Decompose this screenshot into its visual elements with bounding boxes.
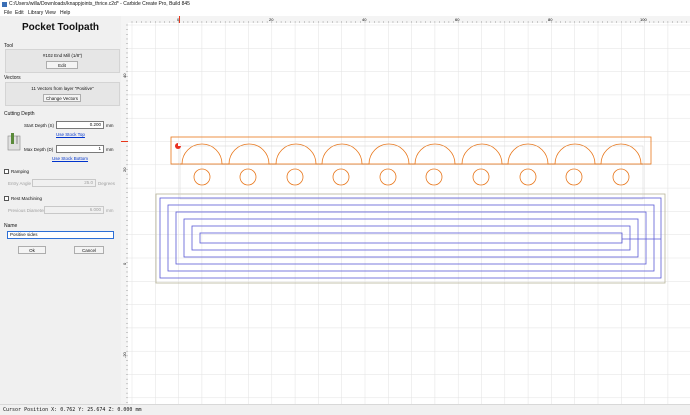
stock-outline xyxy=(155,193,666,284)
toolpath-panel: Pocket Toolpath Tool #102 End Mill (1/8"… xyxy=(0,16,121,404)
cursor-position: Cursor Position X: 0.762 Y: 25.674 Z: 0.… xyxy=(3,407,142,413)
left-ruler-label: -20 xyxy=(122,351,127,358)
cutting-depth-label: Cutting Depth xyxy=(4,111,35,117)
max-depth-unit: mm xyxy=(106,147,114,152)
canvas-drawing[interactable]: 0 20 40 60 80 100 40 20 0 -20 xyxy=(121,16,690,404)
entry-angle-input[interactable]: 25.0 xyxy=(32,179,96,187)
top-ruler-label: 20 xyxy=(269,17,274,22)
hole-circle[interactable] xyxy=(472,168,490,186)
entry-angle-unit: Degrees xyxy=(98,181,116,186)
vectors-section-label: Vectors xyxy=(4,75,21,81)
pocket-vector[interactable] xyxy=(175,211,647,265)
hole-circle[interactable] xyxy=(239,168,257,186)
change-vectors-button[interactable]: Change Vectors xyxy=(43,94,81,102)
top-ruler-label: 100 xyxy=(640,17,647,22)
tool-name: #102 End Mill (1/8") xyxy=(42,53,83,58)
tool-box: #102 End Mill (1/8") Edit xyxy=(5,49,120,73)
top-ruler-label: 60 xyxy=(455,17,460,22)
status-bar: Cursor Position X: 0.762 Y: 25.674 Z: 0.… xyxy=(0,404,690,415)
cursor-x-marker xyxy=(179,16,180,23)
entry-angle-label: Entry Angle xyxy=(8,181,32,186)
design-canvas[interactable]: 0 20 40 60 80 100 40 20 0 -20 xyxy=(121,16,690,404)
app-icon xyxy=(2,2,7,7)
depth-diagram-icon xyxy=(7,133,21,151)
hole-circle[interactable] xyxy=(379,168,397,186)
start-depth-input[interactable]: 0.200 xyxy=(56,121,104,129)
hole-circle[interactable] xyxy=(612,168,630,186)
pocket-vector[interactable] xyxy=(167,204,655,272)
menu-bar: File Edit Library View Help xyxy=(0,9,690,16)
name-label: Name xyxy=(4,223,18,229)
part-outline[interactable] xyxy=(170,136,652,165)
ramping-checkbox[interactable] xyxy=(4,169,9,174)
left-ruler-label: 20 xyxy=(122,167,127,172)
grid-lines xyxy=(128,23,690,404)
use-stock-bottom-link[interactable]: Use Stock Bottom xyxy=(52,156,88,161)
cancel-button[interactable]: Cancel xyxy=(74,246,104,254)
title-bar: C:/Users/willa/Downloads/knappjoints_thr… xyxy=(0,0,690,9)
vectors-box: 11 Vectors from layer "Positive" Change … xyxy=(5,82,120,106)
previous-diameter-label: Previous Diameter xyxy=(8,208,46,213)
window-title: C:/Users/willa/Downloads/knappjoints_thr… xyxy=(9,1,190,7)
max-depth-label: Max Depth (D) xyxy=(24,147,54,152)
rest-machining-checkbox[interactable] xyxy=(4,196,9,201)
panel-title: Pocket Toolpath xyxy=(21,22,100,33)
ok-button[interactable]: Ok xyxy=(18,246,46,254)
pocket-vector[interactable] xyxy=(183,218,639,258)
left-ruler-label: 40 xyxy=(122,73,127,78)
hole-circle[interactable] xyxy=(565,168,583,186)
use-stock-top-link[interactable]: Use Stock Top xyxy=(56,132,85,137)
start-depth-label: Start Depth (S) xyxy=(24,123,55,128)
rest-machining-label: Rest Machining xyxy=(11,196,43,201)
top-ruler-label: 80 xyxy=(548,17,553,22)
ramping-label: Ramping xyxy=(11,169,30,174)
pocket-vector[interactable] xyxy=(191,225,631,251)
previous-diameter-input[interactable]: 6.000 xyxy=(44,206,104,214)
start-depth-unit: mm xyxy=(106,123,114,128)
previous-diameter-unit: mm xyxy=(106,208,114,213)
cursor-y-marker xyxy=(121,141,128,142)
hole-circle[interactable] xyxy=(425,168,443,186)
edit-tool-button[interactable]: Edit xyxy=(46,61,78,69)
top-ruler-label: 40 xyxy=(362,17,367,22)
origin-marker-quarter xyxy=(178,143,181,146)
vectors-summary: 11 Vectors from layer "Positive" xyxy=(31,86,94,91)
max-depth-input[interactable]: 1 xyxy=(56,145,104,153)
hole-circle[interactable] xyxy=(332,168,350,186)
toolpath-name-input[interactable]: Positive sides xyxy=(7,231,114,239)
top-ruler xyxy=(121,16,690,23)
pocket-vector-outer[interactable] xyxy=(159,197,662,279)
